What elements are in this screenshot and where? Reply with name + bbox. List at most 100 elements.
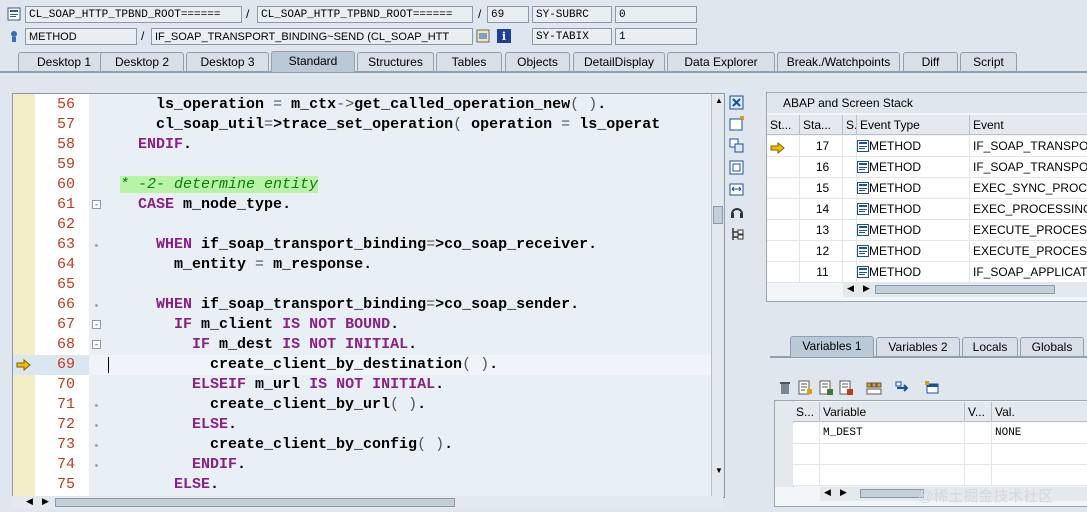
stack-column-header[interactable]: Sta... [800, 115, 843, 135]
variables-column-header[interactable]: Val. [992, 402, 1087, 422]
import-icon[interactable] [818, 380, 834, 396]
variables-column-header[interactable]: V... [965, 402, 992, 422]
code-line[interactable]: 68 IF m_dest IS NOT INITIAL. - [13, 335, 711, 355]
row-selector-column[interactable] [775, 401, 794, 487]
stack-active-cell[interactable] [767, 178, 800, 199]
stack-event[interactable]: IF_SOAP_APPLICATIO [970, 262, 1087, 283]
stack-status-cell[interactable] [843, 241, 857, 262]
stack-event[interactable]: IF_SOAP_TRANSPORT [970, 157, 1087, 178]
line-number-field[interactable]: 69 [487, 6, 529, 23]
stack-column-header[interactable]: S... [843, 115, 857, 135]
variables-column-header[interactable]: S... [793, 402, 820, 422]
tab-globals[interactable]: Globals [1020, 337, 1084, 356]
event-type-field[interactable]: METHOD [25, 28, 137, 45]
variable-value[interactable] [992, 465, 1087, 486]
tab-variables-1[interactable]: Variables 1 [790, 336, 874, 357]
new-window-icon[interactable] [729, 116, 745, 132]
stack-event[interactable]: EXEC_SYNC_PROCESS [970, 178, 1087, 199]
fold-toggle-icon[interactable]: - [92, 320, 101, 330]
code-line[interactable]: 64 m_entity = m_response. [13, 255, 711, 275]
stack-level[interactable]: 16 [800, 157, 843, 178]
columns-icon[interactable] [866, 380, 882, 396]
tab-diff[interactable]: Diff [903, 52, 958, 71]
stack-event-type[interactable]: METHOD [857, 136, 970, 157]
include-field[interactable]: CL_SOAP_HTTP_TPBND_ROOT====== [257, 6, 473, 23]
tab-desktop-1[interactable]: Desktop 1 [18, 52, 110, 71]
tab-variables-2[interactable]: Variables 2 [876, 337, 960, 356]
code-line[interactable]: 67 IF m_client IS NOT BOUND. - [13, 315, 711, 335]
maximize-icon[interactable] [729, 160, 745, 176]
stack-event[interactable]: EXECUTE_PROCESSIN [970, 241, 1087, 262]
source-code-editor[interactable]: 56 ls_operation = m_ctx->get_called_oper… [12, 93, 725, 498]
code-line[interactable]: 62 [13, 215, 711, 235]
tab-standard[interactable]: Standard [271, 51, 355, 72]
stack-event[interactable]: EXECUTE_PROCESSIN [970, 220, 1087, 241]
stack-level[interactable]: 12 [800, 241, 843, 262]
stack-level[interactable]: 11 [800, 262, 843, 283]
sysvar-name-field[interactable]: SY-SUBRC [532, 6, 612, 23]
variable-status[interactable] [793, 444, 820, 465]
scroll-left-arrow[interactable]: ◀ [26, 496, 33, 507]
variable-view[interactable] [965, 423, 992, 444]
h-scroll-thumb[interactable] [55, 498, 455, 507]
variables-column-header[interactable]: Variable [820, 402, 965, 422]
tab-break-watchpoints[interactable]: Break./Watchpoints [777, 52, 900, 71]
code-line[interactable]: 65 [13, 275, 711, 295]
stack-column-header[interactable]: Event Type [857, 115, 970, 135]
code-line[interactable]: 74 ENDIF. [13, 455, 711, 475]
resize-horizontal-icon[interactable] [729, 182, 745, 198]
delete-icon[interactable] [777, 380, 793, 396]
variable-name-input[interactable] [820, 465, 965, 486]
scroll-down-arrow[interactable]: ▼ [715, 466, 723, 475]
stack-level[interactable]: 15 [800, 178, 843, 199]
fold-toggle-icon[interactable]: - [92, 340, 101, 350]
sysvar2-value-field[interactable]: 1 [615, 28, 697, 45]
code-line[interactable]: 71 create_client_by_url( ). [13, 395, 711, 415]
variable-view[interactable] [965, 465, 992, 486]
tab-detaildisplay[interactable]: DetailDisplay [573, 52, 665, 71]
variable-name-input[interactable] [820, 444, 965, 465]
stack-level[interactable]: 17 [800, 136, 843, 157]
stack-event-type[interactable]: METHOD [857, 157, 970, 178]
code-line[interactable]: 63 WHEN if_soap_transport_binding=>co_so… [13, 235, 711, 255]
navigate-icon[interactable] [895, 380, 911, 396]
stack-status-cell[interactable] [843, 136, 857, 157]
variable-view[interactable] [965, 444, 992, 465]
stack-event[interactable]: EXEC_PROCESSING [970, 199, 1087, 220]
close-icon[interactable] [729, 95, 745, 111]
variable-status[interactable] [793, 465, 820, 486]
stack-active-cell[interactable] [767, 262, 800, 283]
program-field[interactable]: CL_SOAP_HTTP_TPBND_ROOT====== [25, 6, 242, 23]
code-line[interactable]: 70 ELSEIF m_url IS NOT INITIAL. [13, 375, 711, 395]
display-source-icon[interactable] [476, 29, 490, 43]
editor-vertical-scrollbar[interactable]: ▲ ▼ [711, 94, 724, 497]
code-line[interactable]: 60 * -2- determine entity [13, 175, 711, 195]
scroll-up-arrow[interactable]: ▲ [715, 96, 723, 105]
code-line[interactable]: 59 [13, 155, 711, 175]
code-line[interactable]: 73 create_client_by_config( ). [13, 435, 711, 455]
scroll-left-arrow[interactable]: ◀ [824, 487, 831, 498]
tab-desktop-2[interactable]: Desktop 2 [100, 52, 184, 71]
tab-objects[interactable]: Objects [505, 52, 570, 71]
sysvar2-name-field[interactable]: SY-TABIX [532, 28, 612, 45]
stack-level[interactable]: 13 [800, 220, 843, 241]
scroll-right-arrow[interactable]: ▶ [42, 496, 49, 507]
code-line[interactable]: 69 create_client_by_destination( ). [13, 355, 711, 375]
stack-active-cell[interactable] [767, 241, 800, 262]
h-scroll-thumb[interactable] [875, 285, 1055, 294]
scroll-right-arrow[interactable]: ▶ [840, 487, 847, 498]
stack-column-header[interactable]: Event [970, 115, 1087, 135]
tab-structures[interactable]: Structures [357, 52, 434, 71]
stack-event-type[interactable]: METHOD [857, 241, 970, 262]
code-line[interactable]: 57 cl_soap_util=>trace_set_operation( op… [13, 115, 711, 135]
variable-value[interactable]: NONE [992, 423, 1087, 444]
tab-script[interactable]: Script [960, 52, 1017, 71]
stack-horizontal-scrollbar[interactable]: ◀ ▶ [843, 283, 1087, 297]
stack-event-type[interactable]: METHOD [857, 220, 970, 241]
stack-active-cell[interactable] [767, 199, 800, 220]
stack-level[interactable]: 14 [800, 199, 843, 220]
editor-horizontal-scrollbar[interactable]: ◀ ▶ [12, 496, 723, 509]
variable-value[interactable] [992, 444, 1087, 465]
window-icon[interactable] [924, 380, 940, 396]
tab-tables[interactable]: Tables [436, 52, 502, 71]
